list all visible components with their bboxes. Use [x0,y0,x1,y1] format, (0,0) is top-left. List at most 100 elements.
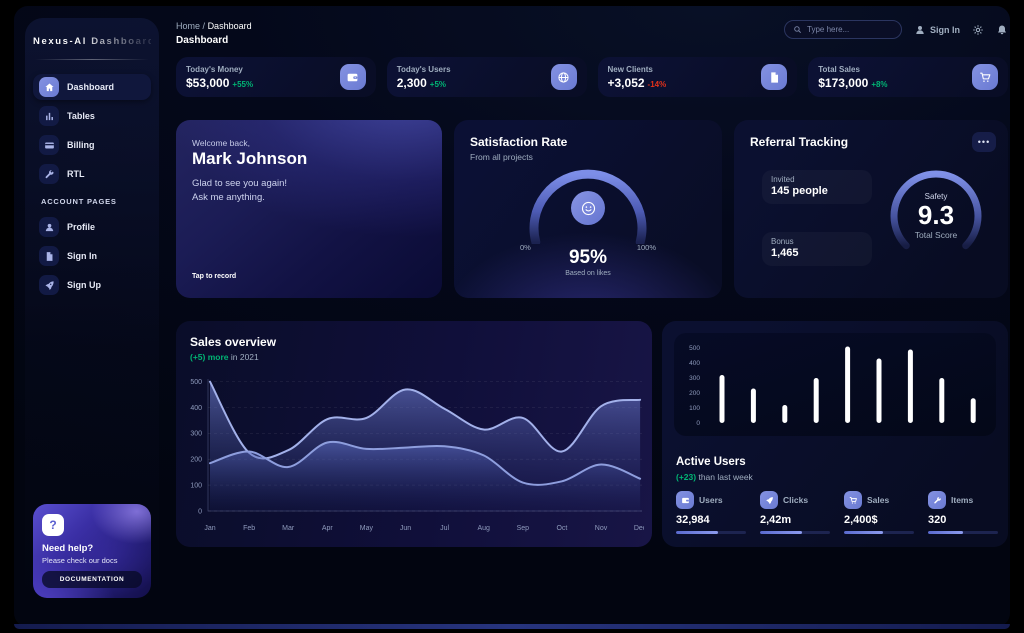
stat-card-todays-users: Today's Users 2,300+5% [387,57,587,97]
sidebar-item-label: Sign In [67,251,97,261]
metric-sales: Sales 2,400$ [844,491,914,534]
person-icon [39,217,59,237]
sidebar-item-label: Sign Up [67,280,101,290]
tap-to-record-button[interactable]: Tap to record [192,273,236,280]
sidebar-item-profile[interactable]: Profile [33,214,151,240]
sidebar-section-label: ACCOUNT PAGES [41,197,151,206]
wrench-icon [928,491,946,509]
sidebar-item-rtl[interactable]: RTL [33,161,151,187]
credit-card-icon [39,135,59,155]
help-card: ? Need help? Please check our docs DOCUM… [33,504,151,598]
bar-chart-icon [39,106,59,126]
question-icon: ? [42,514,64,536]
active-users-delta: (+23) [676,472,696,482]
satisfaction-title: Satisfaction Rate [470,135,567,149]
sidebar-item-signin[interactable]: Sign In [33,243,151,269]
stat-cards-row: Today's Money $53,000+55% Today's Users … [176,57,1008,97]
progress-fill [676,531,718,534]
stat-label: Today's Money [186,65,253,74]
svg-text:Aug: Aug [477,525,490,532]
active-users-bar-chart: 0100200300400500 [674,333,996,436]
sidebar-item-label: RTL [67,169,85,179]
sidebar-item-label: Billing [67,140,95,150]
sales-delta-rest: in 2021 [231,352,259,362]
svg-text:300: 300 [190,431,202,438]
progress-track [928,531,998,534]
documentation-button[interactable]: DOCUMENTATION [42,571,142,588]
metric-value: 2,42m [760,514,830,526]
user-icon [914,24,926,36]
sales-delta-highlight: (+5) more [190,352,229,362]
stat-delta: -14% [648,80,667,89]
sidebar-item-signup[interactable]: Sign Up [33,272,151,298]
metric-value: 32,984 [676,514,746,526]
svg-text:400: 400 [190,405,202,412]
sidebar-item-label: Dashboard [67,82,114,92]
svg-text:300: 300 [689,375,700,382]
main-content: Home / Dashboard Dashboard Sign In Today… [176,6,1008,627]
cart-icon [972,64,998,90]
gear-icon[interactable] [972,24,984,36]
search-box [784,20,902,39]
svg-text:Feb: Feb [243,525,255,532]
metric-value: 320 [928,514,998,526]
referral-score-block: Safety 9.3 Total Score [886,192,986,240]
search-input[interactable] [807,25,893,34]
satisfaction-subtitle: From all projects [470,152,533,162]
globe-icon [551,64,577,90]
svg-text:Dec: Dec [634,525,644,532]
bonus-box: Bonus 1,465 [762,232,872,266]
sales-overview-title: Sales overview [190,335,276,349]
active-users-card: 0100200300400500 Active Users (+23) than… [662,321,1008,547]
bell-icon[interactable] [996,24,1008,36]
sidebar-item-dashboard[interactable]: Dashboard [33,74,151,100]
svg-text:100: 100 [190,482,202,489]
svg-text:Jun: Jun [400,525,411,532]
referral-tracking-card: Referral Tracking ••• Invited 145 people… [734,120,1008,298]
ellipsis-menu-icon[interactable]: ••• [972,132,996,152]
stat-card-total-sales: Total Sales $173,000+8% [808,57,1008,97]
bonus-value: 1,465 [771,247,863,259]
app-logo: Nexus-AI Dashboard [33,36,151,47]
welcome-user-name: Mark Johnson [192,149,307,169]
metric-items: Items 320 [928,491,998,534]
active-users-title: Active Users [676,456,746,468]
metric-clicks: Clicks 2,42m [760,491,830,534]
svg-text:400: 400 [689,360,700,367]
sidebar-item-tables[interactable]: Tables [33,103,151,129]
smiley-icon [571,191,605,225]
bar-chart-panel: 0100200300400500 [674,333,996,436]
rocket-icon [760,491,778,509]
svg-text:Sep: Sep [517,525,530,532]
sidebar-item-billing[interactable]: Billing [33,132,151,158]
wallet-icon [340,64,366,90]
wallet-icon [676,491,694,509]
sidebar-item-label: Profile [67,222,95,232]
satisfaction-rate-card: Satisfaction Rate From all projects 0% 1… [454,120,722,298]
invited-value: 145 people [771,185,863,197]
stat-label: New Clients [608,65,667,74]
score-value: 9.3 [886,201,986,230]
progress-track [676,531,746,534]
progress-fill [844,531,883,534]
sign-in-button[interactable]: Sign In [914,24,960,36]
stat-value: $173,000 [818,76,868,90]
sales-area-chart: 0100200300400500JanFebMarAprMayJunJulAug… [184,367,644,539]
sales-overview-card: Sales overview (+5) more in 2021 0100200… [176,321,652,547]
sign-in-label: Sign In [930,25,960,35]
breadcrumb-home[interactable]: Home [176,21,200,31]
home-icon [39,77,59,97]
sidebar-divider [35,59,149,60]
svg-text:100: 100 [689,405,700,412]
progress-fill [760,531,802,534]
welcome-card: Welcome back, Mark Johnson Glad to see y… [176,120,442,298]
breadcrumb: Home / Dashboard [176,21,252,31]
svg-text:0: 0 [696,420,700,427]
svg-text:Jan: Jan [204,525,215,532]
active-users-subtitle: (+23) than last week [676,472,753,482]
breadcrumb-separator: / [203,21,206,31]
stat-delta: +5% [430,80,446,89]
svg-text:Nov: Nov [595,525,608,532]
metric-label: Sales [867,495,889,505]
metric-value: 2,400$ [844,514,914,526]
